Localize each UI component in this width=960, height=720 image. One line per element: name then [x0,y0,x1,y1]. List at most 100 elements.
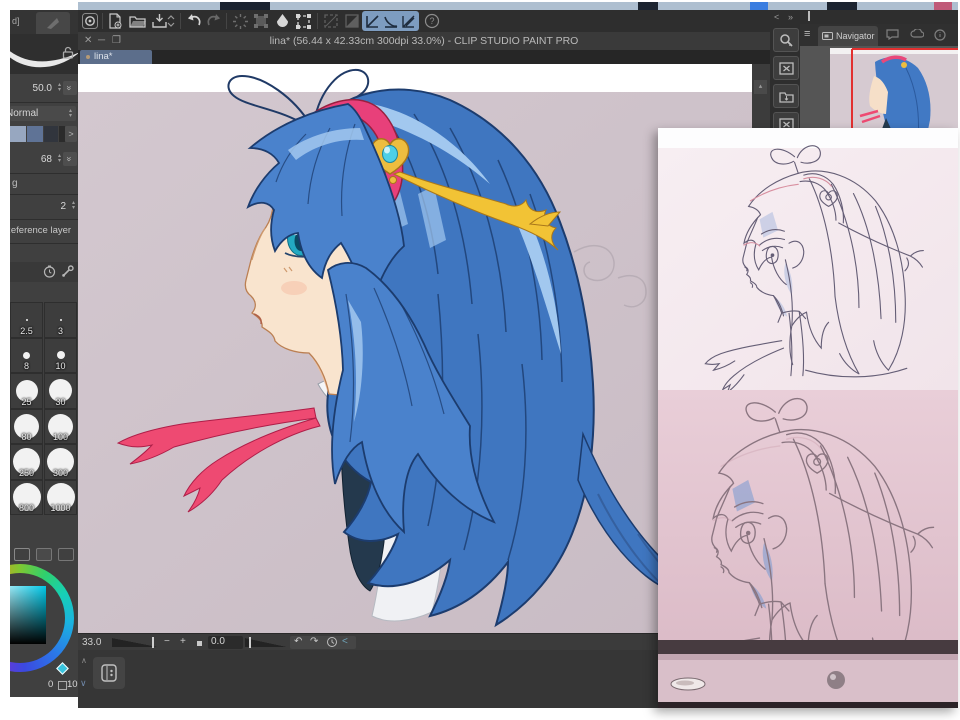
brush-size-cell[interactable]: 300 [44,444,77,480]
brush-size-cell[interactable]: 25 [10,373,43,409]
tab-navigator[interactable]: Navigator [818,26,878,46]
snap-to-special-ruler-button[interactable] [382,12,400,30]
new-file-button[interactable] [106,12,124,30]
swatch-blue-gray[interactable] [27,126,43,142]
brush-size-cell[interactable]: 8 [10,338,43,374]
document-tab-label: lina* [94,51,113,62]
stabilize-value[interactable]: 2 [60,201,66,212]
zoom-slider[interactable] [112,638,158,647]
brush-size-cell[interactable]: 250 [10,444,43,480]
collapse-down-button[interactable]: ∨ [80,678,84,689]
redo-button[interactable] [205,12,223,30]
tab-sub-view-icon[interactable] [886,29,899,40]
hsv-left-value: 0 [48,679,53,690]
fit-screen-button[interactable] [197,641,202,646]
hsv-right-value: 100 [67,679,78,690]
tool-tab[interactable] [36,12,70,34]
tab-item-bank-icon[interactable] [910,29,924,39]
brush-size-dot [23,352,30,359]
dock-collapse-button[interactable]: < [774,12,779,22]
zoom-in-button[interactable]: + [180,636,186,647]
tool-property-panel: d] 50.0 ▴▾ » Normal ▴▾ > 68 ▴▾ » g 2 ▴▾ … [10,10,78,697]
snap-to-ruler-button[interactable] [364,12,382,30]
brush-size-dot [60,319,62,321]
zoom-out-button[interactable]: − [164,636,170,647]
opacity-row: 68 ▴▾ » [10,150,78,170]
hue-handle[interactable] [56,662,69,675]
size-dynamics-button[interactable]: » [63,81,77,95]
opacity-value[interactable]: 68 [41,154,52,165]
lock-icon[interactable] [62,46,74,59]
brush-size-label: 3 [45,326,76,336]
deselect-button[interactable] [322,12,340,30]
clear-canvas-button[interactable] [773,56,799,80]
color-wheel-panel: 0 100 [10,546,78,697]
save-options-stepper[interactable] [166,12,176,30]
stabilize-row: 2 ▴▾ [10,198,78,216]
antialias-label-fragment: g [12,178,18,189]
opacity-dynamics-button[interactable]: » [63,152,77,166]
color-slider-tab[interactable] [36,548,52,561]
csp-logo-icon [81,12,99,30]
rotate-slider[interactable] [245,638,287,647]
reset-view-icon[interactable] [326,636,338,648]
help-button[interactable]: ? [423,12,441,30]
canvas-document[interactable] [78,64,752,633]
swatch-expand-button[interactable]: > [65,126,77,142]
select-pixels-icon[interactable] [252,12,270,30]
brush-size-cell[interactable]: 800 [10,480,43,516]
invert-selection-button[interactable] [343,12,361,30]
tab-information-icon[interactable] [934,29,946,41]
saturation-value-picker[interactable] [10,586,46,644]
brush-size-cell[interactable]: 3 [44,302,77,338]
crop-frame-button[interactable] [294,12,312,30]
history-back-button[interactable]: < [342,636,348,647]
dock-expand-button[interactable]: » [788,12,793,22]
undo-button[interactable] [184,12,202,30]
zoom-tool-button[interactable] [773,28,799,52]
color-wheel-tab[interactable] [14,548,30,561]
select-area-icon[interactable] [231,12,249,30]
snap-to-grid-button[interactable] [400,12,418,30]
wrench-icon[interactable] [61,265,74,278]
brush-size-row: 50.0 ▴▾ » [10,78,78,100]
brush-palette-header [10,262,78,282]
save-folder-button[interactable] [773,84,799,108]
artwork-illustration [78,64,752,633]
open-file-button[interactable] [128,12,146,30]
reference-photo-top [658,128,958,392]
panel-menu-button[interactable]: ≡ [804,28,810,40]
brush-size-label: 8 [11,361,42,371]
brush-size-cell[interactable]: 1000 [44,480,77,516]
blend-mode-select[interactable]: Normal ▴▾ [10,106,76,121]
brush-size-label: 25 [11,397,42,407]
clip-studio-paint-window: { "titlebar": { "close_glyph": "✕", "min… [0,0,960,720]
page-manager-button[interactable] [93,657,125,689]
brush-size-cell[interactable]: 100 [44,409,77,445]
scroll-up-button[interactable]: ▴ [754,80,767,94]
color-set-tab[interactable] [58,548,74,561]
rotate-ccw-button[interactable]: ↶ [294,636,302,647]
size-step-down[interactable]: ▾ [58,88,61,93]
brush-size-label: 250 [11,468,42,478]
brush-size-dot [26,319,28,321]
reference-layer-label[interactable]: Reference layer [10,225,71,236]
swatch-dark[interactable] [44,126,58,142]
tool-tab-label: d] [12,16,20,26]
brush-size-cell[interactable]: 80 [10,409,43,445]
rotate-value[interactable]: 0.0 [208,636,243,649]
brush-size-cell[interactable]: 10 [44,338,77,374]
swatch-light-blue[interactable] [10,126,26,142]
svg-text:?: ? [429,16,434,26]
brush-size-cell[interactable]: 2.5 [10,302,43,338]
document-tab-bar: lina* [78,50,770,64]
brush-size-value[interactable]: 50.0 [33,83,52,94]
document-tab[interactable]: lina* [80,50,152,64]
collapse-up-button[interactable]: ∧ [81,656,87,665]
fill-bucket-button[interactable] [273,12,291,30]
brush-size-cell[interactable]: 30 [44,373,77,409]
unsaved-dot-icon [86,55,90,59]
document-title: lina* (56.44 x 42.33cm 300dpi 33.0%) - C… [78,35,770,47]
timer-icon[interactable] [43,265,56,278]
rotate-cw-button[interactable]: ↷ [310,636,318,647]
